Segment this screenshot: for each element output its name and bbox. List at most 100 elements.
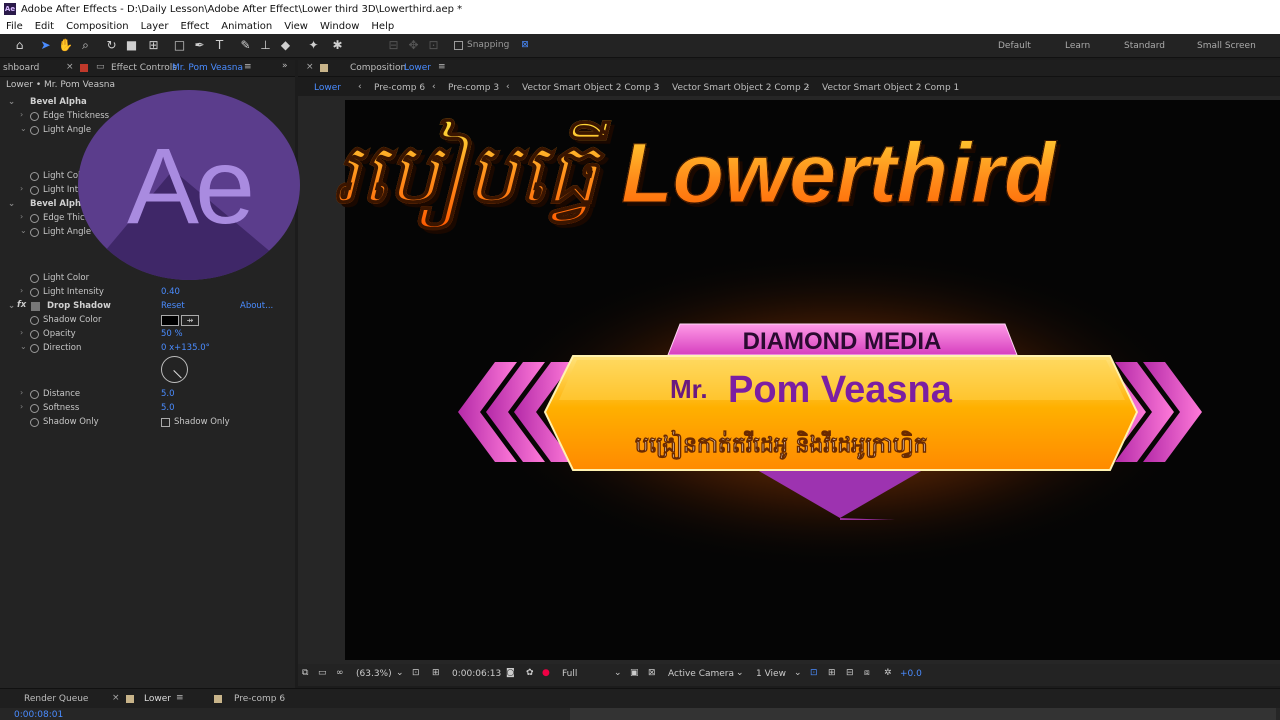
expand-icon[interactable]: › <box>20 388 23 397</box>
fast-previews-icon[interactable]: ⊞ <box>828 668 836 678</box>
distance-value[interactable]: 5.0 <box>161 389 175 399</box>
tab-effect-controls[interactable]: Effect Controls <box>111 63 177 73</box>
prop-shadow-color[interactable]: Shadow Color ⇸ <box>0 314 280 328</box>
shadow-color-swatch[interactable] <box>161 315 179 326</box>
opacity-value[interactable]: 50 % <box>161 329 183 339</box>
stopwatch-icon[interactable] <box>30 344 39 353</box>
expand-icon[interactable]: › <box>20 328 23 337</box>
stopwatch-icon[interactable] <box>30 172 39 181</box>
eraser-tool-icon[interactable]: ◆ <box>278 38 293 53</box>
3d-glasses-icon[interactable]: ∞ <box>336 668 344 678</box>
stopwatch-icon[interactable] <box>30 186 39 195</box>
snapshot-icon[interactable]: ◙ <box>506 668 515 678</box>
rectangle-tool-icon[interactable]: □ <box>172 38 187 53</box>
close-tab-icon[interactable]: × <box>112 693 120 703</box>
exposure-value[interactable]: +0.0 <box>900 669 922 679</box>
chevron-down-icon[interactable]: ⌄ <box>396 668 404 678</box>
about-link[interactable]: About... <box>240 301 273 311</box>
time-ruler[interactable] <box>570 708 1276 720</box>
prop-distance[interactable]: › Distance 5.0 <box>0 388 280 402</box>
expand-icon[interactable]: ⌄ <box>20 226 27 235</box>
reset-link[interactable]: Reset <box>161 301 185 311</box>
menu-file[interactable]: File <box>0 21 29 32</box>
pan-behind-tool-icon[interactable]: ⊞ <box>146 38 161 53</box>
toggle-pixel-aspect-icon[interactable]: ⊡ <box>810 668 818 678</box>
clone-stamp-tool-icon[interactable]: ⊥ <box>258 38 273 53</box>
roto-brush-tool-icon[interactable]: ✦ <box>306 38 321 53</box>
breadcrumb-vso-comp2[interactable]: Vector Smart Object 2 Comp 2 <box>672 83 809 93</box>
transparency-grid-icon[interactable]: ⊠ <box>648 668 656 678</box>
tab-precomp-6[interactable]: Pre-comp 6 <box>234 694 285 704</box>
workspace-standard[interactable]: Standard <box>1124 41 1165 51</box>
stopwatch-icon[interactable] <box>30 418 39 427</box>
menu-edit[interactable]: Edit <box>29 21 60 32</box>
breadcrumb-vso-comp3[interactable]: Vector Smart Object 2 Comp 3 <box>522 83 659 93</box>
tab-lower[interactable]: Lower <box>144 694 171 704</box>
local-axis-icon[interactable]: ✥ <box>406 38 421 53</box>
stopwatch-icon[interactable] <box>30 214 39 223</box>
puppet-tool-icon[interactable]: ✱ <box>330 38 345 53</box>
always-preview-icon[interactable]: ⧉ <box>302 668 308 678</box>
world-axis-icon[interactable]: ⊡ <box>426 38 441 53</box>
effect-group-drop-shadow[interactable]: ⌄ fx Drop Shadow Reset About... <box>0 300 280 314</box>
expand-icon[interactable]: ⌄ <box>20 342 27 351</box>
camera-tool-icon[interactable]: ■ <box>124 38 139 53</box>
grid-icon[interactable]: ⊞ <box>432 668 440 678</box>
chevron-down-icon[interactable]: ⌄ <box>614 668 622 678</box>
tab-composition-name[interactable]: Lower <box>404 63 431 73</box>
workspace-small-screen[interactable]: Small Screen <box>1197 41 1256 51</box>
breadcrumb-precomp-6[interactable]: Pre-comp 6 <box>374 83 425 93</box>
stopwatch-icon[interactable] <box>30 404 39 413</box>
menu-composition[interactable]: Composition <box>60 21 134 32</box>
stopwatch-icon[interactable] <box>30 274 39 283</box>
expand-icon[interactable]: › <box>20 184 23 193</box>
tab-effect-controls-layer[interactable]: Mr. Pom Veasna <box>172 63 243 73</box>
prop-shadow-only[interactable]: Shadow Only Shadow Only <box>0 416 280 430</box>
close-tab-icon[interactable]: × <box>306 62 314 72</box>
selection-tool-icon[interactable]: ➤ <box>38 38 53 53</box>
menu-view[interactable]: View <box>278 21 314 32</box>
show-snapshot-icon[interactable]: ✿ <box>526 668 534 678</box>
viewer-timecode[interactable]: 0:00:06:13 <box>452 669 501 679</box>
menu-effect[interactable]: Effect <box>174 21 215 32</box>
hand-tool-icon[interactable]: ✋ <box>58 38 73 53</box>
chevron-down-icon[interactable]: ⌄ <box>736 668 744 678</box>
zoom-dropdown[interactable]: (63.3%) <box>356 669 392 679</box>
workspace-default[interactable]: Default <box>998 41 1031 51</box>
collapse-icon[interactable]: ⌄ <box>8 97 15 107</box>
chevron-down-icon[interactable]: ⌄ <box>794 668 802 678</box>
pen-tool-icon[interactable]: ✒ <box>192 38 207 53</box>
prop-direction[interactable]: ⌄ Direction 0 x+135.0° <box>0 342 280 356</box>
prop-light-intensity-2[interactable]: › Light Intensity 0.40 <box>0 286 280 300</box>
stopwatch-icon[interactable] <box>30 390 39 399</box>
timeline-timecode[interactable]: 0:00:08:01 <box>14 710 63 720</box>
stopwatch-icon[interactable] <box>30 228 39 237</box>
prop-softness[interactable]: › Softness 5.0 <box>0 402 280 416</box>
region-of-interest-icon[interactable]: ▣ <box>630 668 639 678</box>
stopwatch-icon[interactable] <box>30 126 39 135</box>
expand-icon[interactable]: › <box>20 286 23 295</box>
direction-dial[interactable] <box>161 356 188 383</box>
home-icon[interactable]: ⌂ <box>12 38 27 53</box>
stopwatch-icon[interactable] <box>30 316 39 325</box>
stopwatch-icon[interactable] <box>30 288 39 297</box>
breadcrumb-lower[interactable]: Lower <box>314 83 341 93</box>
monitor-icon[interactable]: ▭ <box>318 668 327 678</box>
expand-icon[interactable]: ⌄ <box>20 124 27 133</box>
direction-value[interactable]: 0 x+135.0° <box>161 343 210 353</box>
stopwatch-icon[interactable] <box>30 330 39 339</box>
close-tab-icon[interactable]: × <box>66 62 74 72</box>
panel-menu-icon[interactable]: ≡ <box>176 693 184 703</box>
expand-icon[interactable]: › <box>20 212 23 221</box>
snap-options-icon[interactable]: ⊠ <box>521 40 529 50</box>
collapse-icon[interactable]: ⌄ <box>8 199 15 209</box>
panel-menu-icon[interactable]: ≡ <box>438 62 446 72</box>
zoom-tool-icon[interactable]: ⌕ <box>78 38 93 53</box>
brush-tool-icon[interactable]: ✎ <box>238 38 253 53</box>
snapping-checkbox[interactable] <box>454 40 463 50</box>
camera-dropdown[interactable]: Active Camera <box>668 669 734 679</box>
timeline-icon[interactable]: ⊟ <box>846 668 854 678</box>
rotate-tool-icon[interactable]: ↻ <box>104 38 119 53</box>
expand-panels-icon[interactable]: » <box>282 61 288 71</box>
breadcrumb-precomp-3[interactable]: Pre-comp 3 <box>448 83 499 93</box>
